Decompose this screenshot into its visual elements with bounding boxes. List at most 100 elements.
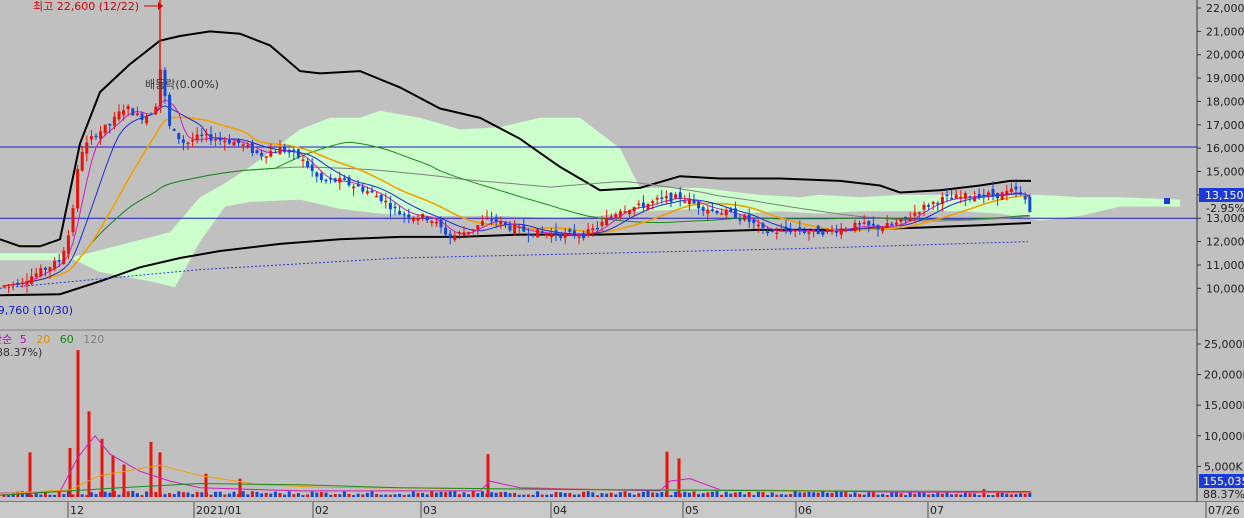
volume-bar xyxy=(756,491,760,497)
candle-body xyxy=(25,281,29,285)
candle-body xyxy=(973,196,977,202)
volume-spike xyxy=(677,458,681,497)
candle-body xyxy=(66,235,70,254)
price-tick-label: 12,000 xyxy=(1206,236,1244,249)
volume-bar xyxy=(273,491,277,497)
candle-body xyxy=(931,201,935,205)
candle-body xyxy=(862,222,866,224)
candle-body xyxy=(324,179,328,182)
volume-bar xyxy=(789,494,793,497)
volume-bar xyxy=(453,491,457,497)
candle-body xyxy=(752,219,756,224)
candle-body xyxy=(586,229,590,236)
candle-body xyxy=(821,232,825,235)
volume-bar xyxy=(559,492,563,497)
price-tick-label: 10,000 xyxy=(1206,282,1244,295)
candle-body xyxy=(1019,192,1023,194)
candle-body xyxy=(775,232,779,235)
volume-bar xyxy=(338,494,342,497)
candle-body xyxy=(747,215,751,222)
volume-bar xyxy=(959,494,963,497)
volume-bar xyxy=(812,492,816,497)
candle-body xyxy=(338,177,342,183)
volume-bar xyxy=(871,491,875,497)
volume-bar xyxy=(296,493,300,497)
volume-bar xyxy=(62,494,66,497)
candle-body xyxy=(195,134,199,141)
volume-bar xyxy=(669,495,673,497)
candle-body xyxy=(623,211,627,213)
candle-body xyxy=(416,218,420,221)
volume-bar xyxy=(126,491,130,497)
candle-body xyxy=(329,178,333,180)
volume-bar xyxy=(264,492,268,497)
candle-body xyxy=(545,233,549,236)
candle-body xyxy=(365,191,369,194)
volume-bar xyxy=(154,491,158,497)
candle-body xyxy=(126,106,130,110)
date-tick-label: 03 xyxy=(423,504,437,517)
candle-body xyxy=(310,164,314,171)
volume-bar xyxy=(710,491,714,497)
volume-bar xyxy=(269,493,273,497)
candle-body xyxy=(448,233,452,238)
date-tick-label: 02 xyxy=(315,504,329,517)
volume-bar xyxy=(1000,492,1004,497)
candle-body xyxy=(858,223,862,225)
candle-body xyxy=(986,192,990,196)
volume-bar xyxy=(1014,494,1018,497)
candle-body xyxy=(784,226,788,231)
stock-chart[interactable]: 10,00011,00012,00013,00014,00015,00016,0… xyxy=(0,0,1244,518)
candle-body xyxy=(559,234,563,239)
volume-bar xyxy=(388,494,392,497)
candle-body xyxy=(904,216,908,219)
volume-bar xyxy=(651,492,655,497)
candle-body xyxy=(232,141,236,146)
candle-body xyxy=(255,150,259,153)
candle-body xyxy=(480,221,484,226)
volume-bar xyxy=(108,492,112,497)
volume-bar xyxy=(209,494,213,497)
volume-bar xyxy=(798,492,802,497)
volume-bar xyxy=(39,494,43,497)
candle-body xyxy=(922,204,926,210)
volume-bar xyxy=(283,494,287,497)
candle-body xyxy=(632,207,636,212)
candle-body xyxy=(531,234,535,236)
candle-body xyxy=(62,250,66,265)
candle-body xyxy=(701,207,705,211)
volume-spike xyxy=(982,489,986,497)
volume-bar xyxy=(858,494,862,497)
date-tick-label: 2021/01 xyxy=(196,504,242,517)
candle-body xyxy=(687,199,691,205)
candle-body xyxy=(57,260,61,262)
date-tick-label: 05 xyxy=(685,504,699,517)
candle-body xyxy=(260,153,264,157)
volume-bar xyxy=(48,494,52,497)
volume-bar xyxy=(623,491,627,497)
candle-body xyxy=(614,214,618,218)
volume-bar xyxy=(807,491,811,497)
volume-bar xyxy=(462,492,466,497)
candle-body xyxy=(131,108,135,116)
candle-body xyxy=(536,229,540,238)
candle-body xyxy=(117,111,121,120)
candle-body xyxy=(11,283,15,286)
volume-bar xyxy=(214,491,218,497)
volume-bar xyxy=(867,492,871,497)
candle-body xyxy=(710,209,714,211)
candle-body xyxy=(683,201,687,203)
volume-bar xyxy=(434,492,438,497)
volume-bar xyxy=(540,494,544,497)
candle-body xyxy=(839,228,843,235)
candle-body xyxy=(996,192,1000,199)
volume-bar xyxy=(660,492,664,497)
candle-body xyxy=(715,210,719,214)
volume-bar xyxy=(724,491,728,497)
volume-bar xyxy=(444,492,448,497)
volume-bar xyxy=(586,491,590,497)
price-tick-label: 19,000 xyxy=(1206,72,1244,85)
candle-body xyxy=(830,229,834,231)
candle-body xyxy=(605,217,609,226)
volume-bar xyxy=(375,493,379,497)
